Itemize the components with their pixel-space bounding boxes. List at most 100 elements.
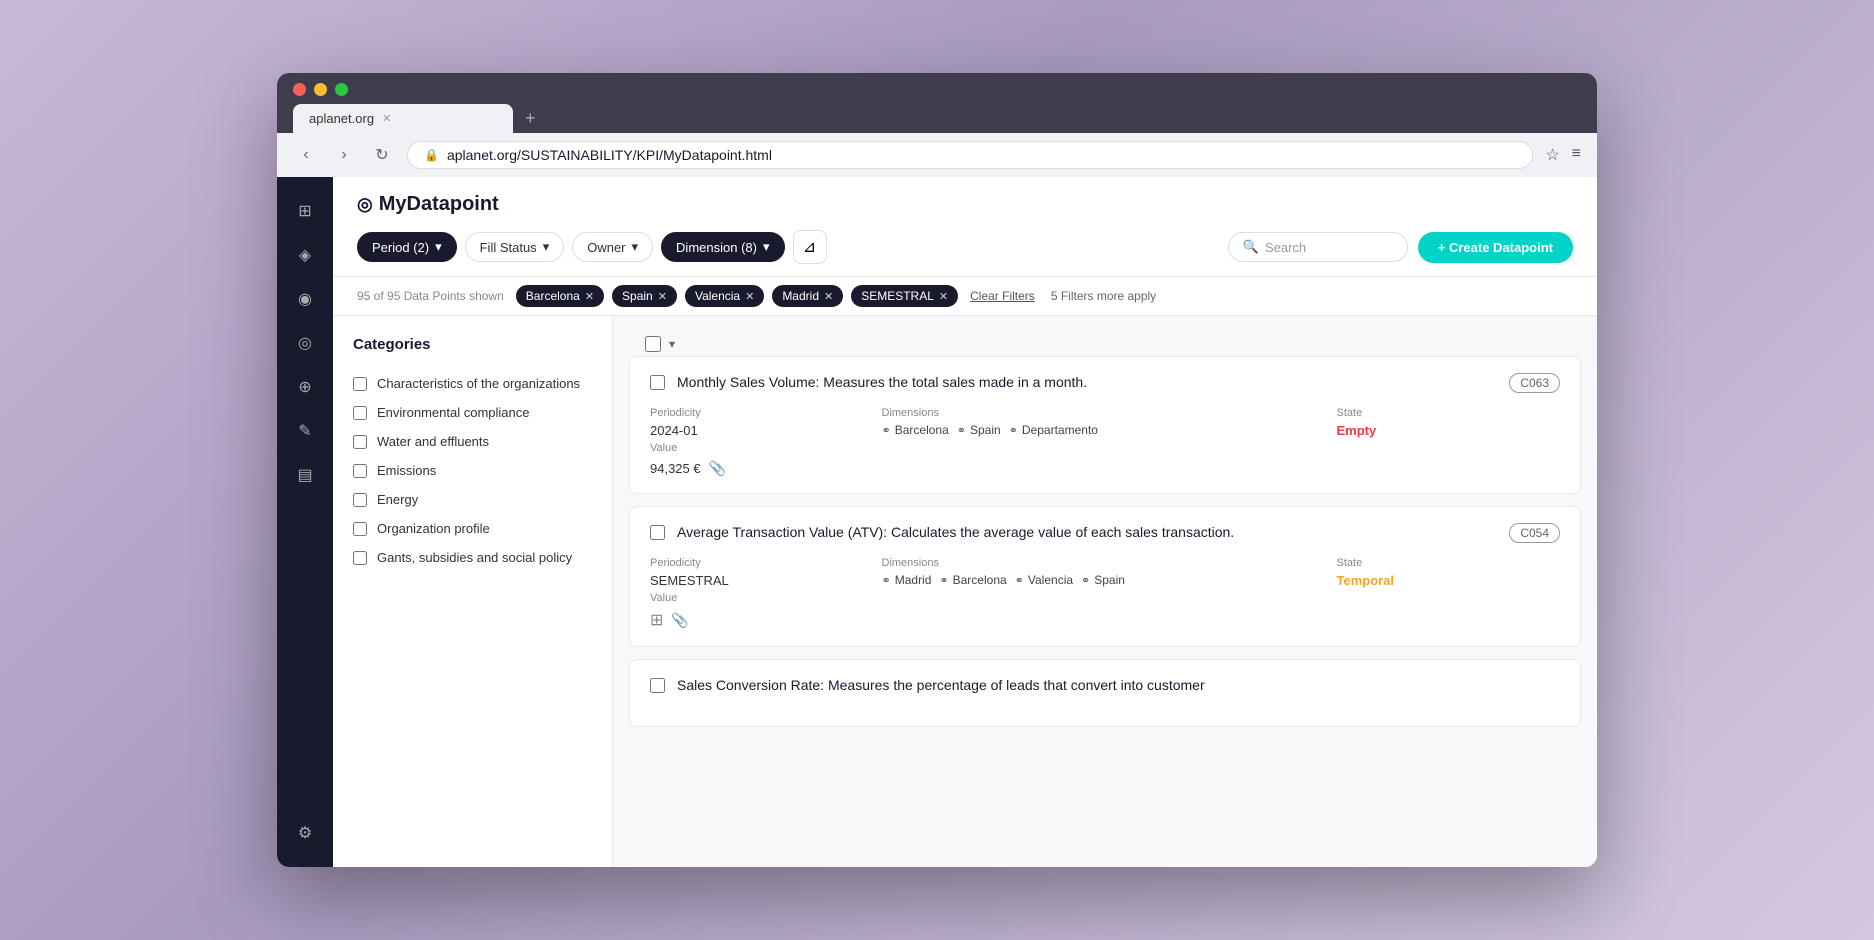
categories-sidebar: Categories Characteristics of the organi…: [333, 316, 613, 867]
create-datapoint-button[interactable]: + Create Datapoint: [1418, 232, 1573, 263]
fill-status-label: Fill Status: [480, 240, 537, 255]
remove-semestral-button[interactable]: ✕: [939, 290, 948, 303]
category-checkbox-environmental[interactable]: [353, 406, 367, 420]
category-item-energy[interactable]: Energy: [353, 485, 592, 514]
category-checkbox-energy[interactable]: [353, 493, 367, 507]
datapoint-card-atv: Average Transaction Value (ATV): Calcula…: [629, 506, 1581, 647]
filter-tag-madrid: Madrid ✕: [772, 285, 843, 307]
remove-madrid-button[interactable]: ✕: [824, 290, 833, 303]
filter-options-button[interactable]: ⊿: [793, 230, 827, 264]
periodicity-value-1: 2024-01: [650, 423, 874, 438]
owner-filter-button[interactable]: Owner ▾: [572, 232, 653, 262]
dim-tag-valencia-2: ⚭ Valencia: [1015, 573, 1073, 587]
category-checkbox-water[interactable]: [353, 435, 367, 449]
clear-filters-button[interactable]: Clear Filters: [970, 289, 1035, 303]
filter-tag-valencia: Valencia ✕: [685, 285, 764, 307]
sidebar-icon-target[interactable]: ◎: [287, 325, 323, 361]
category-item-emissions[interactable]: Emissions: [353, 456, 592, 485]
card-details-2: Periodicity SEMESTRAL Value ⊞ 📎 Dimensio…: [650, 557, 1560, 630]
dimensions-row-1: ⚭ Barcelona ⚭ Spain ⚭ De: [882, 423, 1329, 437]
sidebar-icon-edit[interactable]: ✎: [287, 413, 323, 449]
value-row-2: ⊞ 📎: [650, 610, 874, 630]
back-button[interactable]: ‹: [293, 146, 319, 164]
dimension-icon-2d: ⚭: [1081, 574, 1090, 587]
traffic-light-green[interactable]: [335, 83, 348, 96]
menu-icon[interactable]: ≡: [1572, 145, 1581, 165]
period-filter-label: Period (2): [372, 240, 429, 255]
card-code-2: C054: [1509, 523, 1560, 543]
search-box[interactable]: 🔍 Search: [1228, 232, 1408, 262]
bookmark-icon[interactable]: ☆: [1545, 145, 1559, 165]
card-checkbox-3[interactable]: [650, 678, 665, 693]
periodicity-value-2: SEMESTRAL: [650, 573, 874, 588]
period-chevron-icon: ▾: [435, 239, 442, 255]
card-header-3: Sales Conversion Rate: Measures the perc…: [650, 676, 1560, 696]
browser-chrome: aplanet.org ✕ +: [277, 73, 1597, 133]
category-checkbox-emissions[interactable]: [353, 464, 367, 478]
filter-tag-barcelona: Barcelona ✕: [516, 285, 604, 307]
browser-window: aplanet.org ✕ + ‹ › ↻ 🔒 aplanet.org/SUST…: [277, 73, 1597, 867]
sidebar-icon-plus[interactable]: ⊕: [287, 369, 323, 405]
card-checkbox-1[interactable]: [650, 375, 665, 390]
dimensions-label-1: Dimensions: [882, 407, 1329, 419]
app-logo-icon: ◎: [357, 194, 373, 215]
sidebar-icon-settings[interactable]: ⚙: [287, 815, 323, 851]
filter-funnel-icon: ⊿: [803, 237, 816, 257]
remove-valencia-button[interactable]: ✕: [745, 290, 754, 303]
dimensions-row-2: ⚭ Madrid ⚭ Barcelona ⚭ V: [882, 573, 1329, 587]
category-item-gants[interactable]: Gants, subsidies and social policy: [353, 543, 592, 572]
sidebar-icon-list[interactable]: ▤: [287, 457, 323, 493]
state-label-1: State: [1337, 407, 1561, 419]
fill-status-filter-button[interactable]: Fill Status ▾: [465, 232, 565, 262]
refresh-button[interactable]: ↻: [369, 145, 395, 165]
dim-tag-spain-1: ⚭ Spain: [957, 423, 1001, 437]
browser-tab-active[interactable]: aplanet.org ✕: [293, 104, 513, 133]
data-count: 95 of 95 Data Points shown: [357, 289, 504, 303]
toolbar-right: ☆ ≡: [1545, 145, 1581, 165]
dim-tag-departamento-1: ⚭ Departamento: [1009, 423, 1098, 437]
sidebar-icon-circle[interactable]: ◉: [287, 281, 323, 317]
dimension-filter-button[interactable]: Dimension (8) ▾: [661, 232, 784, 262]
state-value-1: Empty: [1337, 423, 1561, 438]
sidebar-icon-grid[interactable]: ⊞: [287, 193, 323, 229]
category-checkbox-gants[interactable]: [353, 551, 367, 565]
dimension-icon-2b: ⚭: [939, 574, 948, 587]
category-item-characteristics[interactable]: Characteristics of the organizations: [353, 369, 592, 398]
dimension-icon-2c: ⚭: [1015, 574, 1024, 587]
category-item-water[interactable]: Water and effluents: [353, 427, 592, 456]
attachment-icon-2: 📎: [671, 612, 688, 629]
left-sidebar: ⊞ ◈ ◉ ◎ ⊕ ✎ ▤ ⚙: [277, 177, 333, 867]
app-title-text: MyDatapoint: [379, 193, 499, 216]
card-details-1: Periodicity 2024-01 Value 94,325 € 📎 Dim…: [650, 407, 1560, 477]
card-checkbox-2[interactable]: [650, 525, 665, 540]
category-checkbox-org-profile[interactable]: [353, 522, 367, 536]
search-icon: 🔍: [1243, 239, 1259, 255]
card-title-1: Monthly Sales Volume: Measures the total…: [677, 373, 1497, 393]
remove-barcelona-button[interactable]: ✕: [585, 290, 594, 303]
category-item-org-profile[interactable]: Organization profile: [353, 514, 592, 543]
filter-tag-spain: Spain ✕: [612, 285, 677, 307]
forward-button[interactable]: ›: [331, 146, 357, 164]
sidebar-icon-diamond[interactable]: ◈: [287, 237, 323, 273]
select-all-chevron-icon[interactable]: ▾: [669, 337, 675, 351]
address-bar[interactable]: 🔒 aplanet.org/SUSTAINABILITY/KPI/MyDatap…: [407, 141, 1533, 169]
new-tab-button[interactable]: +: [517, 104, 544, 133]
owner-label: Owner: [587, 240, 625, 255]
select-all-checkbox[interactable]: [645, 336, 661, 352]
category-item-environmental[interactable]: Environmental compliance: [353, 398, 592, 427]
card-header-2: Average Transaction Value (ATV): Calcula…: [650, 523, 1560, 543]
traffic-light-red[interactable]: [293, 83, 306, 96]
dimension-icon-1a: ⚭: [882, 424, 891, 437]
dim-tag-barcelona-2: ⚭ Barcelona: [939, 573, 1006, 587]
period-filter-button[interactable]: Period (2) ▾: [357, 232, 457, 262]
value-row-1: 94,325 € 📎: [650, 460, 874, 477]
state-value-2: Temporal: [1337, 573, 1561, 588]
periodicity-group-1: Periodicity 2024-01 Value 94,325 € 📎: [650, 407, 874, 477]
tab-close-icon[interactable]: ✕: [382, 112, 391, 125]
traffic-light-yellow[interactable]: [314, 83, 327, 96]
value-label-2: Value: [650, 592, 874, 604]
categories-title: Categories: [353, 336, 592, 353]
remove-spain-button[interactable]: ✕: [658, 290, 667, 303]
category-checkbox-characteristics[interactable]: [353, 377, 367, 391]
search-placeholder: Search: [1265, 240, 1306, 255]
